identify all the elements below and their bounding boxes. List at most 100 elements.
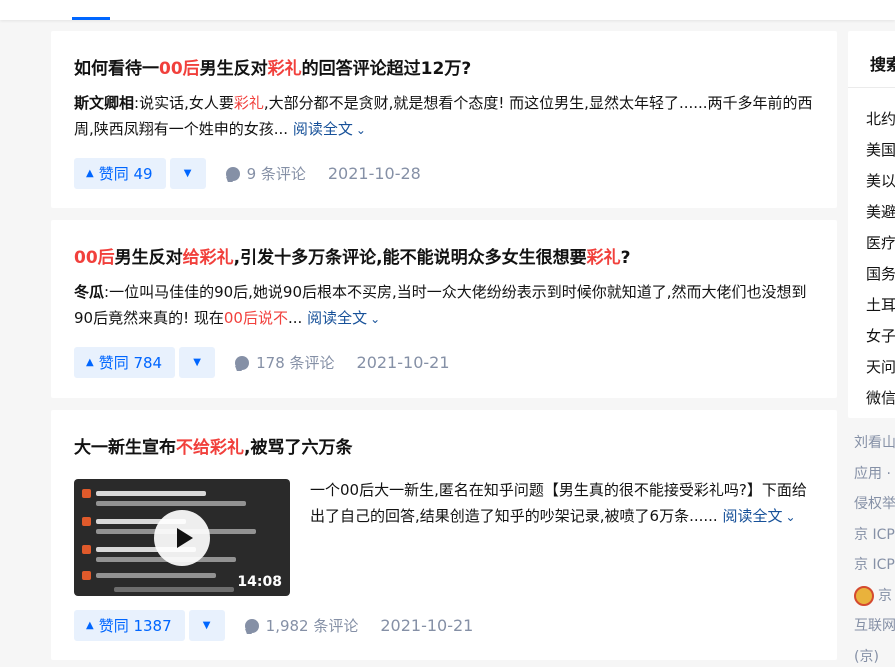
footer-link[interactable]: 互联网	[854, 611, 895, 642]
action-bar: ▲ 赞同 49 ▼ 9 条评论 2021-10-28	[74, 158, 421, 189]
footer-link[interactable]: 侵权举	[854, 489, 895, 520]
upvote-button[interactable]: ▲ 赞同 1387	[74, 610, 185, 641]
police-record-link[interactable]: 京	[854, 581, 895, 612]
chat-avatar	[82, 571, 91, 580]
comments-button[interactable]: 1,982 条评论	[244, 615, 359, 636]
hot-search-item[interactable]: 美以	[866, 166, 895, 197]
hot-search-item[interactable]: 美国	[866, 135, 895, 166]
upvote-button[interactable]: ▲ 赞同 784	[74, 347, 176, 378]
excerpt-segment: ...	[287, 309, 303, 327]
read-more-label: 阅读全文	[307, 309, 368, 327]
chevron-down-icon: ⌄	[785, 510, 796, 524]
hot-search-item[interactable]: 医疗	[866, 228, 895, 259]
footer-links: 刘看山 应用 · 侵权举 京 ICP 京 ICP 京 互联网 (京)	[848, 418, 895, 667]
action-bar: ▲ 赞同 1387 ▼ 1,982 条评论 2021-10-21	[74, 610, 473, 641]
chat-line	[96, 501, 246, 506]
answer-excerpt[interactable]: 斯文卿相:说实话,女人要彩礼,大部分都不是贪财,就是想看个态度! 而这位男生,显…	[74, 90, 815, 143]
hot-search-heading: 搜索	[848, 31, 895, 88]
triangle-up-icon: ▲	[86, 620, 94, 631]
title-keyword: 不给彩礼	[176, 438, 244, 458]
author-name: 冬瓜	[74, 283, 105, 301]
chevron-down-icon: ⌄	[355, 123, 366, 137]
result-title[interactable]: 如何看待一00后男生反对彩礼的回答评论超过12万?	[74, 57, 815, 81]
post-date: 2021-10-21	[356, 353, 450, 372]
chevron-down-icon: ⌄	[370, 312, 381, 326]
answer-excerpt[interactable]: 一个00后大一新生,匿名在知乎问题【男生真的很不能接受彩礼吗?】下面给出了自己的…	[310, 477, 815, 596]
post-date: 2021-10-28	[327, 164, 421, 183]
comments-button[interactable]: 178 条评论	[235, 352, 335, 373]
comments-button[interactable]: 9 条评论	[225, 163, 306, 184]
post-date: 2021-10-21	[380, 616, 474, 635]
triangle-down-icon: ▼	[183, 168, 192, 179]
video-duration: 14:08	[237, 574, 282, 590]
read-more-link[interactable]: 阅读全文 ⌄	[722, 507, 795, 525]
result-card: 如何看待一00后男生反对彩礼的回答评论超过12万? 斯文卿相:说实话,女人要彩礼…	[51, 31, 837, 208]
hot-search-item[interactable]: 国务	[866, 259, 895, 290]
upvote-label: 赞同 1387	[98, 617, 172, 635]
title-segment: ,被骂了六万条	[244, 438, 353, 458]
upvote-button[interactable]: ▲ 赞同 49	[74, 158, 166, 189]
result-title[interactable]: 大一新生宣布不给彩礼,被骂了六万条	[74, 436, 815, 460]
hot-search-item[interactable]: 北约	[866, 104, 895, 135]
play-icon	[176, 528, 193, 548]
excerpt-segment: :一位叫马佳佳的90后,她说90后根本不买房,当时一众大佬纷纷表示到时候你就知道…	[74, 283, 807, 327]
sidebar: 搜索 北约 美国 美以 美避 医疗 国务 土耳 女子 天问 微信 刘看山 应用 …	[848, 31, 895, 667]
result-title[interactable]: 00后男生反对给彩礼,引发十多万条评论,能不能说明众多女生很想要彩礼?	[74, 246, 815, 270]
title-segment: 大一新生宣布	[74, 438, 176, 458]
read-more-label: 阅读全文	[292, 120, 353, 138]
excerpt-segment: :说实话,女人要	[134, 94, 234, 112]
footer-link[interactable]: 刘看山	[854, 428, 895, 459]
footer-link[interactable]: 应用 ·	[854, 459, 895, 490]
title-keyword: 彩礼	[586, 248, 621, 268]
read-more-label: 阅读全文	[722, 507, 783, 525]
comment-count: 1,982 条评论	[265, 617, 359, 635]
comment-icon	[244, 618, 259, 633]
hot-search-item[interactable]: 土耳	[866, 290, 895, 321]
comment-icon	[235, 355, 250, 370]
triangle-down-icon: ▼	[202, 620, 211, 631]
triangle-up-icon: ▲	[86, 357, 94, 368]
read-more-link[interactable]: 阅读全文 ⌄	[307, 309, 380, 327]
downvote-button[interactable]: ▼	[179, 347, 216, 378]
author-name: 斯文卿相	[74, 94, 135, 112]
footer-link[interactable]: 京 ICP	[854, 550, 895, 581]
police-badge-icon	[854, 585, 874, 606]
read-more-link[interactable]: 阅读全文 ⌄	[293, 120, 366, 138]
title-segment: 的回答评论超过12万?	[301, 59, 472, 79]
upvote-label: 赞同 784	[98, 354, 163, 372]
chat-avatar	[82, 489, 91, 498]
downvote-button[interactable]: ▼	[188, 610, 225, 641]
active-tab-indicator	[72, 17, 110, 20]
chat-avatar	[82, 545, 91, 554]
chat-avatar	[82, 517, 91, 526]
title-keyword: 00后	[159, 59, 200, 79]
footer-link[interactable]: (京)	[854, 642, 895, 667]
title-segment: 男生反对	[199, 59, 268, 79]
hot-search-item[interactable]: 美避	[866, 197, 895, 228]
hot-search-panel: 搜索 北约 美国 美以 美避 医疗 国务 土耳 女子 天问 微信	[848, 31, 895, 418]
search-results: 如何看待一00后男生反对彩礼的回答评论超过12万? 斯文卿相:说实话,女人要彩礼…	[51, 31, 837, 660]
footer-link-label: 京	[878, 587, 892, 604]
video-thumbnail[interactable]: 14:08	[74, 479, 290, 596]
excerpt-keyword: 00后说不	[223, 309, 288, 327]
hot-search-item[interactable]: 天问	[866, 352, 895, 383]
comment-count: 178 条评论	[256, 354, 335, 372]
chat-line	[96, 491, 206, 496]
hot-search-item[interactable]: 女子	[866, 321, 895, 352]
result-card: 大一新生宣布不给彩礼,被骂了六万条 14:08 一个00后大一新生,匿名在知乎问…	[51, 410, 837, 660]
chat-line	[96, 573, 216, 578]
downvote-button[interactable]: ▼	[169, 158, 206, 189]
footer-link[interactable]: 京 ICP	[854, 520, 895, 551]
upvote-label: 赞同 49	[98, 165, 153, 183]
top-nav-bar	[0, 0, 895, 20]
triangle-up-icon: ▲	[86, 168, 94, 179]
title-keyword: 00后	[74, 248, 115, 268]
title-keyword: 彩礼	[267, 59, 302, 79]
title-segment: ,引发十多万条评论,能不能说明众多女生很想要	[233, 248, 587, 268]
video-caption	[114, 587, 234, 592]
action-bar: ▲ 赞同 784 ▼ 178 条评论 2021-10-21	[74, 347, 450, 378]
answer-excerpt[interactable]: 冬瓜:一位叫马佳佳的90后,她说90后根本不买房,当时一众大佬纷纷表示到时候你就…	[74, 279, 815, 332]
excerpt-keyword: 彩礼	[233, 94, 264, 112]
hot-search-item[interactable]: 微信	[866, 383, 895, 414]
play-button[interactable]	[154, 510, 210, 566]
